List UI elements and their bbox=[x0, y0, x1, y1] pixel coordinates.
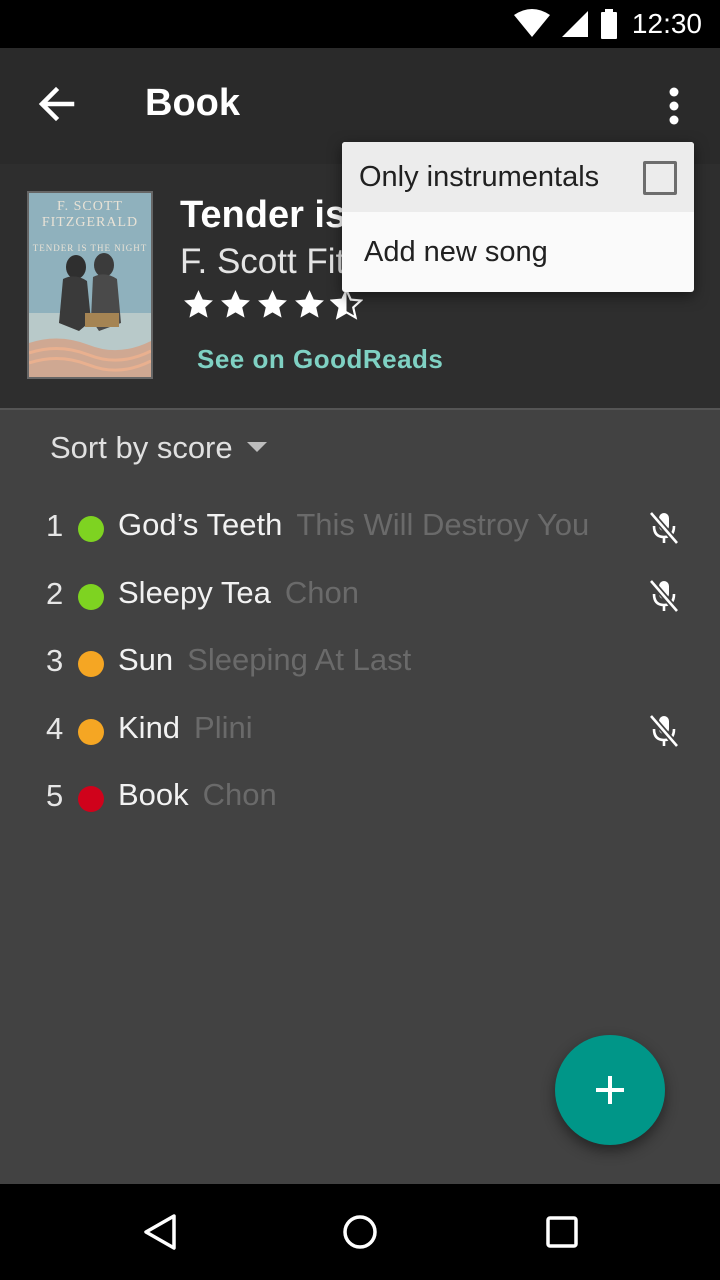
song-row[interactable]: 2 Sleepy Tea Chon bbox=[0, 562, 720, 630]
add-song-fab[interactable] bbox=[555, 1035, 665, 1145]
star-full-icon bbox=[295, 290, 324, 318]
song-title-line: Book Chon bbox=[118, 777, 277, 813]
song-artist: Chon bbox=[284, 574, 359, 610]
score-dot bbox=[78, 651, 104, 677]
signal-icon bbox=[561, 11, 588, 37]
star-full-icon bbox=[258, 290, 287, 318]
song-title-line: Kind Plini bbox=[118, 710, 253, 746]
song-artist: Plini bbox=[194, 709, 253, 745]
nav-recents-icon bbox=[546, 1216, 578, 1248]
only-instrumentals-checkbox[interactable] bbox=[643, 161, 677, 195]
nav-back-icon bbox=[144, 1214, 176, 1250]
song-artist: Sleeping At Last bbox=[187, 642, 412, 677]
song-row[interactable]: 3 Sun Sleeping At Last bbox=[0, 629, 720, 697]
song-rank: 3 bbox=[46, 643, 64, 678]
song-title: Sleepy Tea bbox=[118, 574, 271, 610]
song-row[interactable]: 1 God’s Teeth This Will Destroy You bbox=[0, 494, 720, 562]
song-title-line: Sun Sleeping At Last bbox=[118, 642, 411, 678]
song-title-line: God’s Teeth This Will Destroy You bbox=[118, 507, 589, 543]
status-time: 12:30 bbox=[631, 8, 702, 39]
song-rank: 1 bbox=[46, 508, 64, 543]
song-title-line: Sleepy Tea Chon bbox=[118, 575, 359, 611]
wifi-icon bbox=[513, 9, 550, 37]
overflow-popup-menu: Only instrumentals Add new song bbox=[342, 142, 694, 292]
song-row[interactable]: 5 Book Chon bbox=[0, 764, 720, 832]
song-title: Kind bbox=[118, 709, 181, 745]
song-list: 1 God’s Teeth This Will Destroy You 2 Sle… bbox=[0, 494, 720, 832]
cover-author-text: F. SCOTT FITZGERALD bbox=[41, 199, 139, 230]
song-title: God’s Teeth bbox=[118, 507, 283, 542]
nav-back-button[interactable] bbox=[134, 1206, 186, 1258]
nav-recents-button[interactable] bbox=[536, 1206, 588, 1258]
star-full-icon bbox=[184, 290, 213, 318]
song-rank: 5 bbox=[46, 778, 64, 813]
back-button[interactable] bbox=[30, 78, 82, 130]
score-dot bbox=[78, 786, 104, 812]
nav-home-icon bbox=[343, 1215, 377, 1249]
book-cover-image[interactable]: F. SCOTT FITZGERALD TENDER IS THE NIGHT bbox=[27, 191, 153, 379]
song-artist: Chon bbox=[202, 777, 277, 812]
menu-item-add-new-song[interactable]: Add new song bbox=[342, 212, 694, 292]
score-dot bbox=[78, 516, 104, 542]
star-half-icon bbox=[330, 288, 363, 320]
status-icons: 12:30 bbox=[513, 0, 702, 48]
mic-off-icon bbox=[648, 713, 680, 748]
sort-dropdown[interactable]: Sort by score bbox=[50, 430, 267, 466]
cover-title-text: TENDER IS THE NIGHT bbox=[32, 243, 148, 253]
sort-label: Sort by score bbox=[50, 430, 233, 465]
star-rating bbox=[182, 288, 363, 321]
mic-off-icon bbox=[648, 578, 680, 613]
menu-item-label: Add new song bbox=[364, 235, 548, 268]
system-nav-bar bbox=[0, 1184, 720, 1280]
overflow-menu-button[interactable] bbox=[650, 80, 698, 132]
arrow-back-icon bbox=[38, 86, 75, 122]
score-dot bbox=[78, 718, 104, 745]
song-title: Book bbox=[118, 777, 189, 812]
menu-item-label: Only instrumentals bbox=[359, 160, 600, 193]
song-rank: 4 bbox=[46, 710, 64, 746]
goodreads-link[interactable]: See on GoodReads bbox=[197, 344, 443, 375]
dropdown-arrow-icon bbox=[246, 442, 267, 452]
score-dot bbox=[78, 583, 104, 610]
page-title: Book bbox=[145, 82, 240, 124]
status-bar: 12:30 bbox=[0, 0, 720, 48]
song-rank: 2 bbox=[46, 575, 64, 611]
star-full-icon bbox=[221, 290, 250, 318]
song-artist: This Will Destroy You bbox=[296, 507, 590, 542]
menu-item-only-instrumentals[interactable]: Only instrumentals bbox=[342, 142, 694, 212]
song-title: Sun bbox=[118, 642, 174, 677]
battery-icon bbox=[600, 9, 617, 39]
plus-icon bbox=[596, 1076, 624, 1104]
song-row[interactable]: 4 Kind Plini bbox=[0, 697, 720, 765]
nav-home-button[interactable] bbox=[334, 1206, 386, 1258]
mic-off-icon bbox=[648, 511, 680, 545]
more-vert-icon bbox=[669, 87, 679, 125]
